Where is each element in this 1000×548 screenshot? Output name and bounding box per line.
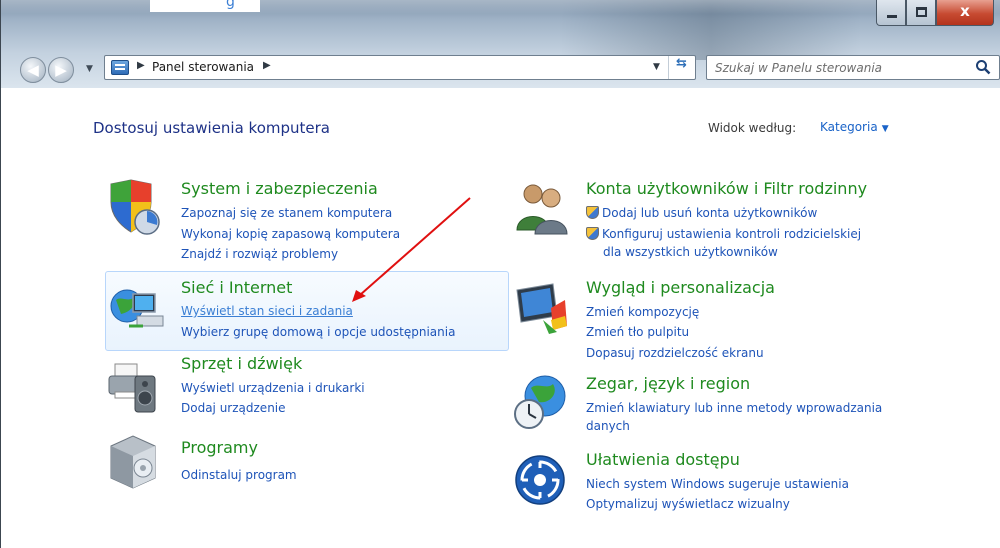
category-title-user-accounts[interactable]: Konta użytkowników i Filtr rodzinny (586, 179, 867, 198)
printer-speaker-icon[interactable] (107, 358, 161, 416)
link-troubleshoot[interactable]: Znajdź i rozwiąż problemy (181, 247, 338, 261)
chevron-right-icon[interactable]: ▶ (137, 60, 145, 71)
security-shield-icon[interactable] (107, 178, 163, 236)
link-devices-printers[interactable]: Wyświetl urządzenia i drukarki (181, 381, 365, 395)
link-screen-resolution[interactable]: Dopasuj rozdzielczość ekranu (586, 346, 764, 360)
maximize-icon (916, 7, 927, 17)
arrow-left-icon: ◀ (27, 61, 39, 79)
uac-shield-icon (586, 206, 599, 219)
link-change-keyboards-cont[interactable]: danych (586, 419, 630, 433)
chevron-right-icon[interactable]: ▶ (263, 60, 271, 71)
link-backup[interactable]: Wykonaj kopię zapasową komputera (181, 227, 400, 241)
address-bar[interactable]: ▶ Panel sterowania ▶ ▼ (104, 55, 696, 80)
category-title-clock-language[interactable]: Zegar, język i region (586, 374, 750, 393)
link-network-status[interactable]: Wyświetl stan sieci i zadania (181, 304, 353, 318)
search-box[interactable]: Szukaj w Panelu sterowania (706, 55, 1000, 80)
link-parental-controls[interactable]: Konfiguruj ustawienia kontroli rodziciel… (586, 227, 861, 241)
accessibility-icon[interactable] (513, 453, 569, 509)
link-uninstall-program[interactable]: Odinstaluj program (181, 468, 297, 482)
link-windows-suggest[interactable]: Niech system Windows sugeruje ustawienia (586, 477, 849, 491)
page-title: Dostosuj ustawienia komputera (93, 119, 330, 137)
refresh-button[interactable]: ⇆ (668, 56, 694, 79)
maximize-button[interactable] (906, 0, 936, 26)
background-window-text: g (226, 0, 236, 10)
link-change-background[interactable]: Zmień tło pulpitu (586, 325, 689, 339)
close-button[interactable]: x (936, 0, 994, 26)
programs-box-icon[interactable] (107, 434, 161, 492)
clock-globe-icon[interactable] (513, 372, 571, 432)
content-pane: Dostosuj ustawienia komputera Widok wedł… (0, 88, 1000, 548)
search-input[interactable]: Szukaj w Panelu sterowania (715, 61, 882, 75)
link-parental-controls-label[interactable]: Konfiguruj ustawienia kontroli rodziciel… (602, 227, 861, 241)
network-globe-icon[interactable] (107, 280, 167, 336)
uac-shield-icon (586, 227, 599, 240)
link-check-status[interactable]: Zapoznaj się ze stanem komputera (181, 206, 392, 220)
appearance-monitor-icon[interactable] (513, 280, 571, 336)
back-button[interactable]: ◀ (20, 57, 46, 83)
category-title-hardware-sound[interactable]: Sprzęt i dźwięk (181, 354, 302, 373)
user-accounts-icon[interactable] (513, 178, 571, 236)
minimize-icon (887, 15, 897, 18)
refresh-icon: ⇆ (676, 56, 687, 71)
category-title-system-security[interactable]: System i zabezpieczenia (181, 179, 378, 198)
minimize-button[interactable] (876, 0, 906, 26)
link-optimize-display[interactable]: Optymalizuj wyświetlacz wizualny (586, 497, 790, 511)
view-by-label: Widok według: (708, 121, 797, 135)
link-change-keyboards[interactable]: Zmień klawiatury lub inne metody wprowad… (586, 401, 882, 415)
view-by-dropdown[interactable]: Kategoria ▼ (820, 120, 889, 134)
link-add-remove-accounts-label[interactable]: Dodaj lub usuń konta użytkowników (602, 206, 817, 220)
chevron-down-icon[interactable]: ▼ (882, 124, 889, 134)
search-icon[interactable] (975, 59, 991, 75)
link-add-device[interactable]: Dodaj urządzenie (181, 401, 286, 415)
category-title-appearance[interactable]: Wygląd i personalizacja (586, 278, 775, 297)
link-add-remove-accounts[interactable]: Dodaj lub usuń konta użytkowników (586, 206, 817, 220)
link-homegroup[interactable]: Wybierz grupę domową i opcje udostępnian… (181, 325, 455, 339)
arrow-right-icon: ▶ (55, 61, 67, 79)
category-title-network-internet[interactable]: Sieć i Internet (181, 278, 292, 297)
close-icon: x (960, 2, 970, 20)
link-parental-controls-cont[interactable]: dla wszystkich użytkowników (603, 245, 778, 259)
category-title-programs[interactable]: Programy (181, 438, 258, 457)
background-window-peek: g (150, 0, 260, 12)
breadcrumb-control-panel[interactable]: Panel sterowania (152, 60, 254, 74)
category-title-ease-of-access[interactable]: Ułatwienia dostępu (586, 450, 740, 469)
forward-button[interactable]: ▶ (48, 57, 74, 83)
address-dropdown-icon[interactable]: ▼ (653, 62, 660, 72)
link-change-theme[interactable]: Zmień kompozycję (586, 305, 699, 319)
recent-pages-dropdown[interactable]: ▼ (86, 64, 93, 74)
control-panel-icon (111, 60, 129, 75)
view-by-value[interactable]: Kategoria (820, 120, 878, 134)
